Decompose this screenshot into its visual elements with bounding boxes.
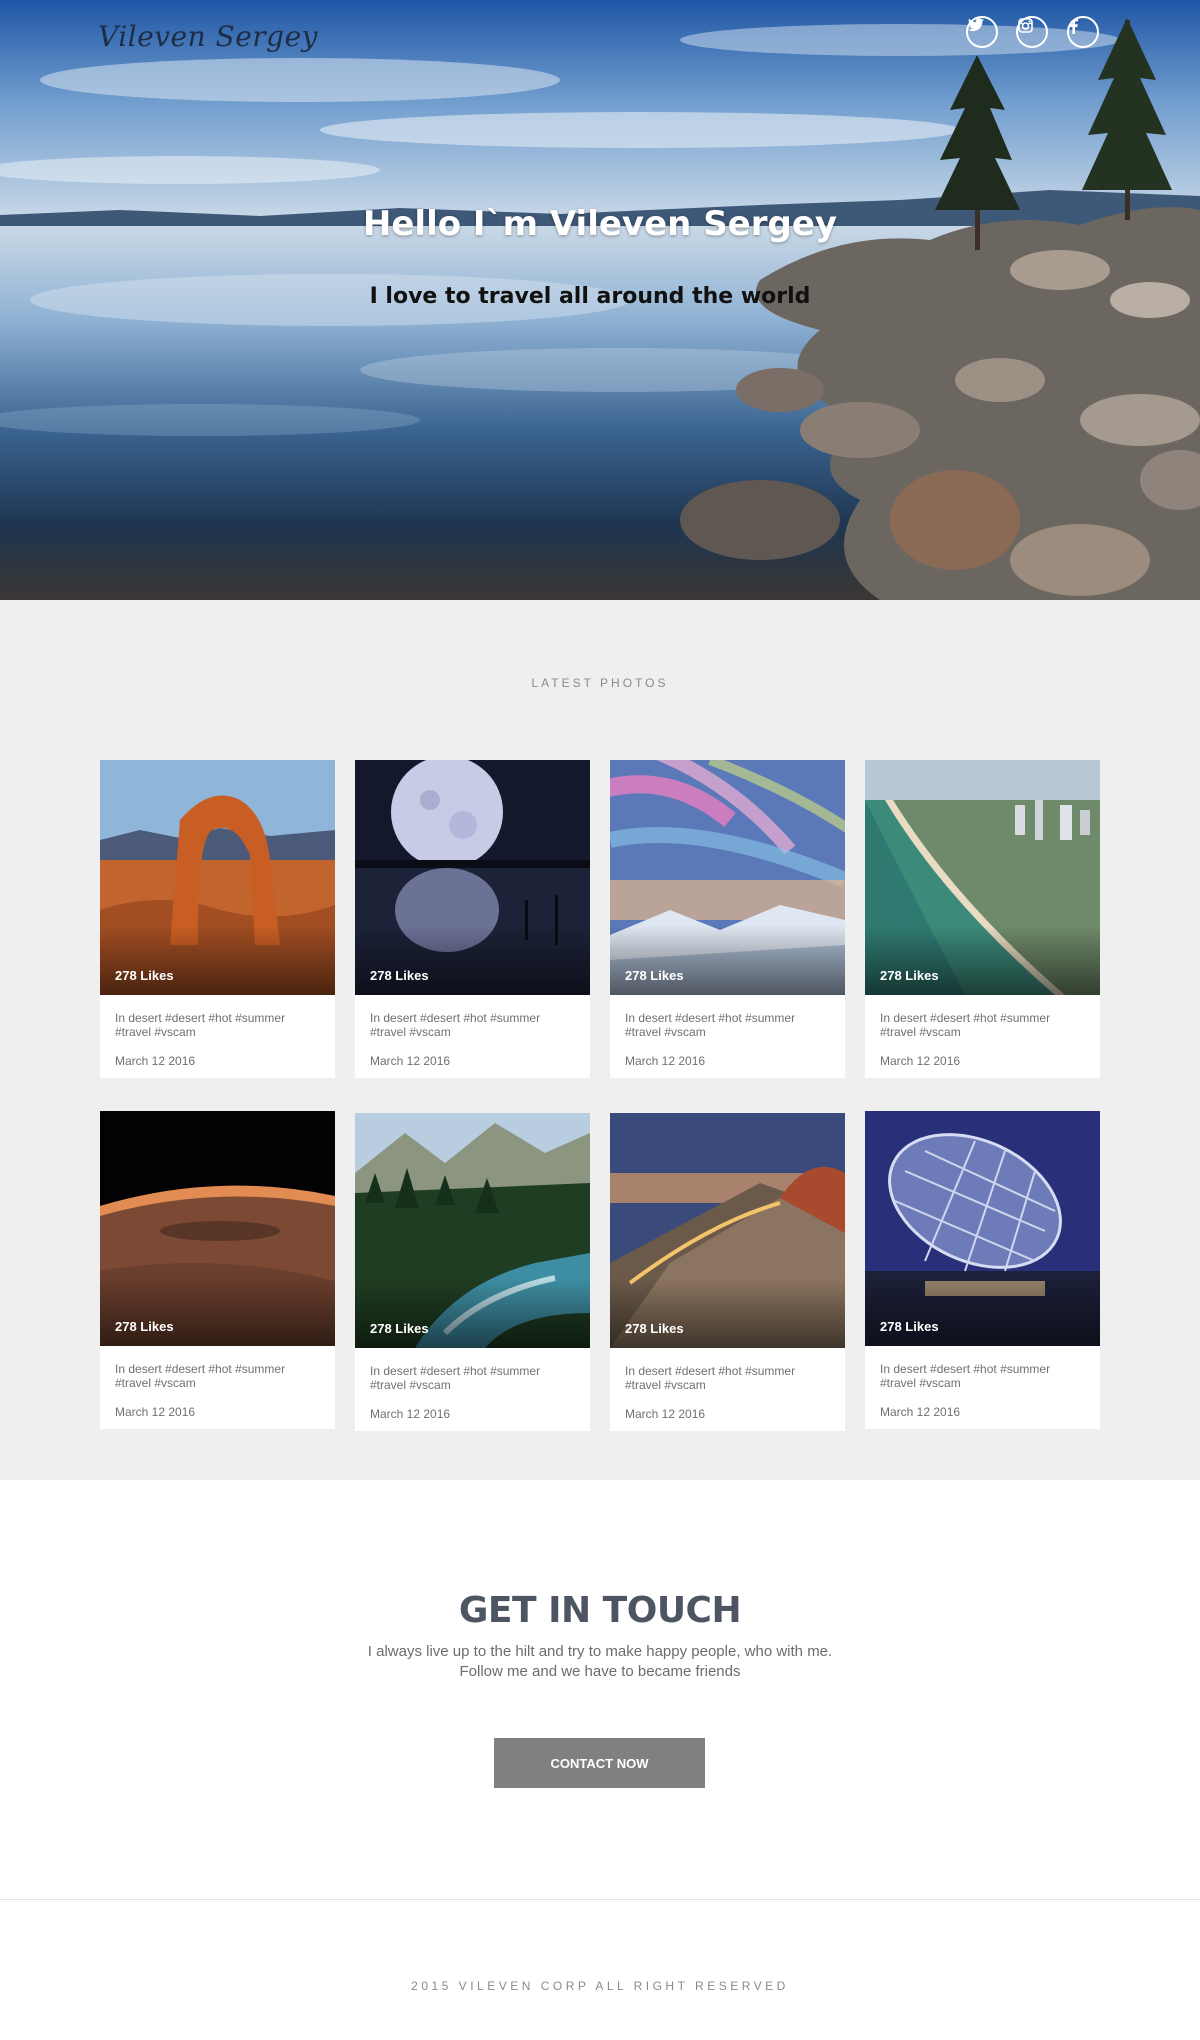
- footer-copyright: 2015 VILEVEN CORP ALL RIGHT RESERVED: [411, 1979, 789, 1993]
- facebook-link[interactable]: [1067, 16, 1099, 48]
- likes-count: 278 Likes: [625, 968, 684, 983]
- photo-date: March 12 2016: [625, 1407, 706, 1421]
- instagram-icon: [1018, 18, 1033, 33]
- photo-tags: In desert #desert #hot #summer #travel #…: [625, 1011, 796, 1039]
- photo-card[interactable]: 278 Likes In desert #desert #hot #summer…: [100, 760, 335, 1078]
- photo-tags: In desert #desert #hot #summer #travel #…: [880, 1362, 1051, 1390]
- likes-count: 278 Likes: [880, 968, 939, 983]
- image-overlay: [865, 1276, 1100, 1346]
- photo-card[interactable]: 278 Likes In desert #desert #hot #summer…: [355, 1113, 590, 1431]
- likes-count: 278 Likes: [115, 1319, 174, 1334]
- site-logo[interactable]: Vileven Sergey: [98, 20, 318, 53]
- photo-image[interactable]: 278 Likes: [100, 760, 335, 995]
- photo-tags: In desert #desert #hot #summer #travel #…: [370, 1011, 541, 1039]
- photo-image[interactable]: 278 Likes: [100, 1111, 335, 1346]
- photo-card[interactable]: 278 Likes In desert #desert #hot #summer…: [100, 1111, 335, 1429]
- photo-image[interactable]: 278 Likes: [610, 1113, 845, 1348]
- image-overlay: [100, 925, 335, 995]
- photo-image[interactable]: 278 Likes: [355, 760, 590, 995]
- photo-image[interactable]: 278 Likes: [355, 1113, 590, 1348]
- image-overlay: [355, 925, 590, 995]
- photo-date: March 12 2016: [370, 1407, 451, 1421]
- photo-card[interactable]: 278 Likes In desert #desert #hot #summer…: [610, 760, 845, 1078]
- photo-image[interactable]: 278 Likes: [865, 1111, 1100, 1346]
- image-overlay: [610, 925, 845, 995]
- photo-tags: In desert #desert #hot #summer #travel #…: [115, 1362, 286, 1390]
- contact-now-button[interactable]: CONTACT NOW: [494, 1738, 705, 1788]
- photo-date: March 12 2016: [370, 1054, 451, 1068]
- hero-subtitle: I love to travel all around the world: [369, 284, 811, 309]
- photo-card[interactable]: 278 Likes In desert #desert #hot #summer…: [865, 1111, 1100, 1429]
- photo-tags: In desert #desert #hot #summer #travel #…: [370, 1364, 541, 1392]
- photo-card[interactable]: 278 Likes In desert #desert #hot #summer…: [610, 1113, 845, 1431]
- photo-date: March 12 2016: [625, 1054, 706, 1068]
- photo-date: March 12 2016: [880, 1054, 961, 1068]
- photo-image[interactable]: 278 Likes: [865, 760, 1100, 995]
- contact-title: GET IN TOUCH: [458, 1590, 742, 1631]
- image-overlay: [100, 1276, 335, 1346]
- photo-tags: In desert #desert #hot #summer #travel #…: [625, 1364, 796, 1392]
- photo-card[interactable]: 278 Likes In desert #desert #hot #summer…: [355, 760, 590, 1078]
- photo-tags: In desert #desert #hot #summer #travel #…: [115, 1011, 286, 1039]
- hero-banner: Vileven Sergey Hello I`m Vileven Sergey …: [0, 0, 1200, 600]
- facebook-icon: [1070, 18, 1078, 34]
- photo-tags: In desert #desert #hot #summer #travel #…: [880, 1011, 1051, 1039]
- likes-count: 278 Likes: [370, 968, 429, 983]
- twitter-icon: [968, 18, 984, 32]
- likes-count: 278 Likes: [370, 1321, 429, 1336]
- likes-count: 278 Likes: [880, 1319, 939, 1334]
- instagram-link[interactable]: [1016, 16, 1048, 48]
- contact-line-2: Follow me and we have to became friends: [459, 1663, 741, 1680]
- likes-count: 278 Likes: [625, 1321, 684, 1336]
- photo-card[interactable]: 278 Likes In desert #desert #hot #summer…: [865, 760, 1100, 1078]
- footer-divider: [0, 1899, 1200, 1900]
- photo-date: March 12 2016: [115, 1054, 196, 1068]
- twitter-link[interactable]: [966, 16, 998, 48]
- hero-title: Hello I`m Vileven Sergey: [362, 204, 838, 244]
- likes-count: 278 Likes: [115, 968, 174, 983]
- photo-date: March 12 2016: [880, 1405, 961, 1419]
- section-label: LATEST PHOTOS: [531, 676, 669, 690]
- contact-description: I always live up to the hilt and try to …: [0, 1642, 1200, 1682]
- photo-image[interactable]: 278 Likes: [610, 760, 845, 995]
- image-overlay: [610, 1278, 845, 1348]
- image-overlay: [355, 1278, 590, 1348]
- photo-date: March 12 2016: [115, 1405, 196, 1419]
- contact-line-1: I always live up to the hilt and try to …: [367, 1643, 833, 1660]
- image-overlay: [865, 925, 1100, 995]
